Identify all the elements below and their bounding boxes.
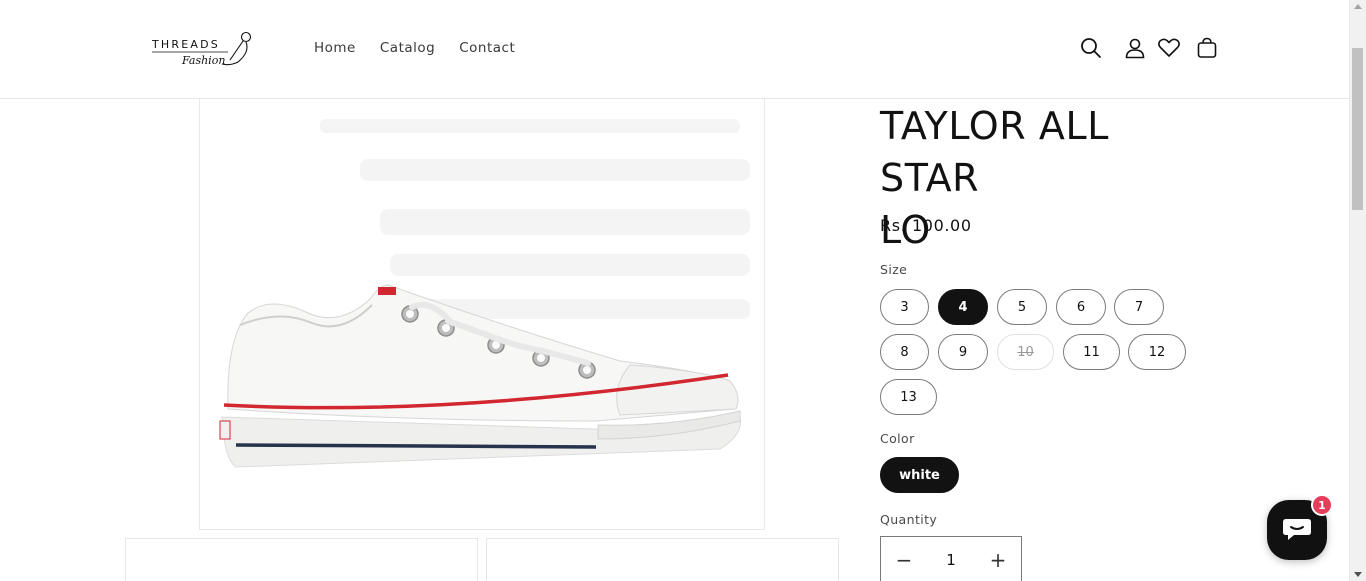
size-option-9[interactable]: 9 bbox=[938, 334, 988, 370]
chat-bubble-icon bbox=[1283, 519, 1311, 540]
size-option-6[interactable]: 6 bbox=[1056, 289, 1106, 325]
product-title-line-1: TAYLOR ALL STAR bbox=[880, 104, 1110, 200]
quantity-decrease-button[interactable]: − bbox=[881, 537, 927, 581]
nav-home[interactable]: Home bbox=[314, 40, 356, 56]
main-nav: Home Catalog Contact bbox=[314, 40, 539, 56]
quantity-input[interactable]: 1 bbox=[946, 551, 956, 569]
color-option-white[interactable]: white bbox=[880, 457, 959, 493]
size-option-10-unavailable[interactable]: 10 bbox=[997, 334, 1054, 370]
size-option-11[interactable]: 11 bbox=[1063, 334, 1120, 370]
site-header: THREADS Fashion Home Catalog Contact bbox=[0, 0, 1349, 99]
size-option-8[interactable]: 8 bbox=[880, 334, 929, 370]
size-option-7[interactable]: 7 bbox=[1114, 289, 1164, 325]
quantity-stepper: − 1 + bbox=[880, 536, 1022, 581]
nav-catalog[interactable]: Catalog bbox=[380, 40, 435, 56]
scroll-down-arrow-icon[interactable] bbox=[1354, 572, 1362, 577]
quantity-label: Quantity bbox=[880, 512, 938, 527]
size-option-4[interactable]: 4 bbox=[938, 289, 988, 325]
logo-text-top: THREADS bbox=[151, 38, 220, 51]
page-scrollbar[interactable] bbox=[1349, 0, 1366, 581]
shoe-image bbox=[219, 119, 750, 468]
wishlist-heart-icon[interactable] bbox=[1156, 35, 1182, 61]
search-icon[interactable] bbox=[1078, 35, 1104, 61]
nav-contact[interactable]: Contact bbox=[459, 40, 515, 56]
product-thumbnail-2[interactable] bbox=[486, 538, 839, 581]
cart-icon[interactable] bbox=[1194, 35, 1220, 61]
product-price: Rs. 100.00 bbox=[880, 216, 972, 235]
size-option-5[interactable]: 5 bbox=[997, 289, 1047, 325]
account-icon[interactable] bbox=[1122, 35, 1148, 61]
product-thumbnail-1[interactable] bbox=[125, 538, 478, 581]
quantity-increase-button[interactable]: + bbox=[975, 537, 1021, 581]
scrollbar-thumb[interactable] bbox=[1352, 48, 1363, 210]
threads-fashion-logo[interactable]: THREADS Fashion bbox=[150, 28, 258, 70]
scroll-up-arrow-icon[interactable] bbox=[1354, 4, 1362, 9]
product-main-image[interactable] bbox=[199, 99, 765, 530]
size-option-3[interactable]: 3 bbox=[880, 289, 929, 325]
size-option-12[interactable]: 12 bbox=[1128, 334, 1186, 370]
size-option-13[interactable]: 13 bbox=[880, 379, 937, 415]
color-label: Color bbox=[880, 431, 915, 446]
chat-unread-badge: 1 bbox=[1311, 494, 1333, 516]
size-label: Size bbox=[880, 262, 908, 277]
logo-text-bottom: Fashion bbox=[181, 54, 225, 67]
